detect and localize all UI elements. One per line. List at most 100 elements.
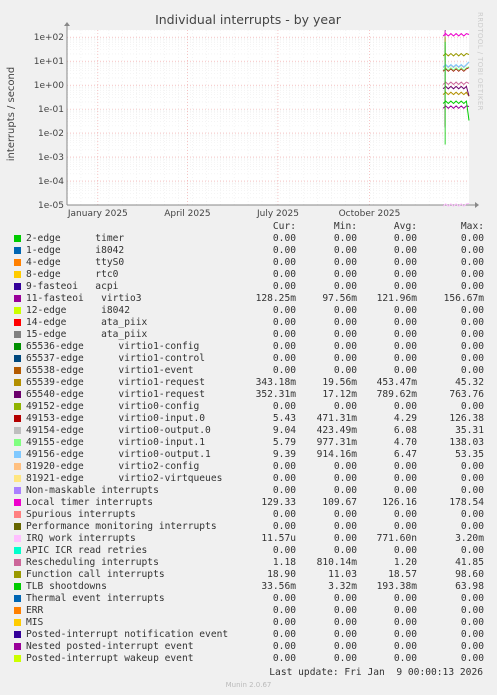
legend-value-cur: 11.57u: [261, 533, 296, 544]
legend-value-avg: 6.08: [393, 425, 417, 436]
rrdtool-watermark: RRDTOOL / TOBI OETIKER: [476, 12, 484, 111]
legend-value-max: 0.00: [460, 653, 484, 664]
legend-value-max: 0.00: [460, 401, 484, 412]
legend-value-max: 0.00: [460, 269, 484, 280]
legend-value-cur: 0.00: [272, 521, 296, 532]
y-tick-label: 1e+01: [34, 57, 64, 67]
legend-series-name: 11-fasteoi virtio3: [26, 293, 142, 304]
legend-value-max: 0.00: [460, 365, 484, 376]
legend-value-avg: 0.00: [393, 521, 417, 532]
legend-series-name: 8-edge rtc0: [26, 269, 119, 280]
legend-series-name: 49156-edge virtio0-output.1: [26, 449, 211, 460]
legend-series-name: 49154-edge virtio0-output.0: [26, 425, 211, 436]
legend-series-name: MIS: [26, 617, 44, 628]
legend-series-name: 65540-edge virtio1-request: [26, 389, 206, 400]
legend-swatch: [14, 235, 21, 242]
legend-value-avg: 0.00: [393, 257, 417, 268]
legend-value-max: 0.00: [460, 257, 484, 268]
legend-series-name: Non-maskable interrupts: [26, 485, 159, 496]
legend-value-cur: 0.00: [272, 233, 296, 244]
legend-series-name: APIC ICR read retries: [26, 545, 148, 556]
legend-series-name: 4-edge ttyS0: [26, 257, 125, 268]
legend-row: Nested posted-interrupt event 0.00 0.00 0.0…: [0, 641, 497, 653]
legend-value-max: 0.00: [460, 509, 484, 520]
legend-value-cur: 0.00: [272, 593, 296, 604]
legend-value-cur: 343.18m: [255, 377, 296, 388]
legend-value-avg: 193.38m: [376, 581, 417, 592]
legend-swatch: [14, 403, 21, 410]
legend-swatch: [14, 367, 21, 374]
legend-value-avg: 789.62m: [376, 389, 417, 400]
legend-value-avg: 0.00: [393, 605, 417, 616]
legend-swatch: [14, 379, 21, 386]
legend-value-cur: 0.00: [272, 545, 296, 556]
legend-value-cur: 0.00: [272, 245, 296, 256]
legend-value-cur: 0.00: [272, 365, 296, 376]
legend-value-cur: 5.43: [272, 413, 296, 424]
legend-series-name: Posted-interrupt wakeup event: [26, 653, 194, 664]
legend-row: 49154-edge virtio0-output.0 9.04 423.49m 6.…: [0, 425, 497, 437]
legend-row: 11-fasteoi virtio3 128.25m 97.56m 121.96m 15…: [0, 293, 497, 305]
legend-value-cur: 0.00: [272, 281, 296, 292]
legend-row: ERR 0.00 0.00 0.00 0.00: [0, 605, 497, 617]
legend-row: 65540-edge virtio1-request 352.31m 17.12m 7…: [0, 389, 497, 401]
legend-row: IRQ work interrupts 11.57u 0.00 771.60n 3.20…: [0, 533, 497, 545]
legend-value-cur: 0.00: [272, 257, 296, 268]
legend-value-max: 0.00: [460, 545, 484, 556]
legend-value-avg: 0.00: [393, 305, 417, 316]
legend-series-name: Local timer interrupts: [26, 497, 154, 508]
legend-row: Performance monitoring interrupts 0.00 0.0…: [0, 521, 497, 533]
legend-row: MIS 0.00 0.00 0.00 0.00: [0, 617, 497, 629]
legend-swatch: [14, 427, 21, 434]
y-tick-label: 1e+02: [34, 33, 64, 43]
y-axis-label: interrupts / second: [6, 67, 17, 161]
legend-row: 49155-edge virtio0-input.1 5.79 977.31m 4.7…: [0, 437, 497, 449]
legend-value-cur: 129.33: [261, 497, 296, 508]
legend-value-avg: 0.00: [393, 593, 417, 604]
legend-value-max: 156.67m: [443, 293, 484, 304]
x-tick-label: July 2025: [256, 209, 299, 219]
legend-row: 12-edge i8042 0.00 0.00 0.00 0.00: [0, 305, 497, 317]
legend-value-cur: 0.00: [272, 461, 296, 472]
legend-value-max: 0.00: [460, 593, 484, 604]
legend-swatch: [14, 643, 21, 650]
legend-value-cur: 0.00: [272, 305, 296, 316]
column-header-cur: Cur:: [272, 221, 296, 232]
legend-value-cur: 0.00: [272, 617, 296, 628]
legend-value-max: 138.03: [449, 437, 484, 448]
legend-row: 8-edge rtc0 0.00 0.00 0.00 0.00: [0, 269, 497, 281]
legend-row: 81920-edge virtio2-config 0.00 0.00 0.00 0.0…: [0, 461, 497, 473]
legend-series-name: 9-fasteoi acpi: [26, 281, 119, 292]
legend-value-avg: 0.00: [393, 545, 417, 556]
legend-row: APIC ICR read retries 0.00 0.00 0.00 0.00: [0, 545, 497, 557]
legend-value-max: 0.00: [460, 233, 484, 244]
legend-value-cur: 9.04: [272, 425, 296, 436]
legend-value-max: 0.00: [460, 341, 484, 352]
legend-swatch: [14, 583, 21, 590]
legend-row: Function call interrupts 18.90 11.03 18.57 9…: [0, 569, 497, 581]
legend-swatch: [14, 415, 21, 422]
chart-title: Individual interrupts - by year: [155, 12, 342, 27]
legend-value-avg: 771.60n: [376, 533, 417, 544]
legend-value-avg: 0.00: [393, 329, 417, 340]
legend-value-max: 0.00: [460, 641, 484, 652]
legend-swatch: [14, 307, 21, 314]
y-axis-arrow: [64, 22, 70, 26]
legend-value-max: 0.00: [460, 281, 484, 292]
legend-value-avg: 0.00: [393, 485, 417, 496]
legend-value-avg: 0.00: [393, 509, 417, 520]
legend-value-cur: 0.00: [272, 317, 296, 328]
legend-value-cur: 33.56m: [261, 581, 296, 592]
legend-value-cur: 0.00: [272, 629, 296, 640]
legend-row: 49156-edge virtio0-output.1 9.39 914.16m 6.…: [0, 449, 497, 461]
legend-value-max: 0.00: [460, 317, 484, 328]
legend-value-avg: 453.47m: [376, 377, 417, 388]
legend-series-name: Function call interrupts: [26, 569, 165, 580]
legend-row: 14-edge ata_piix 0.00 0.00 0.00 0.00: [0, 317, 497, 329]
column-header-max: Max:: [460, 221, 484, 232]
legend-swatch: [14, 571, 21, 578]
legend-series-name: 65538-edge virtio1-event: [26, 365, 194, 376]
legend-value-avg: 126.16: [382, 497, 417, 508]
legend-swatch: [14, 607, 21, 614]
legend-swatch: [14, 259, 21, 266]
